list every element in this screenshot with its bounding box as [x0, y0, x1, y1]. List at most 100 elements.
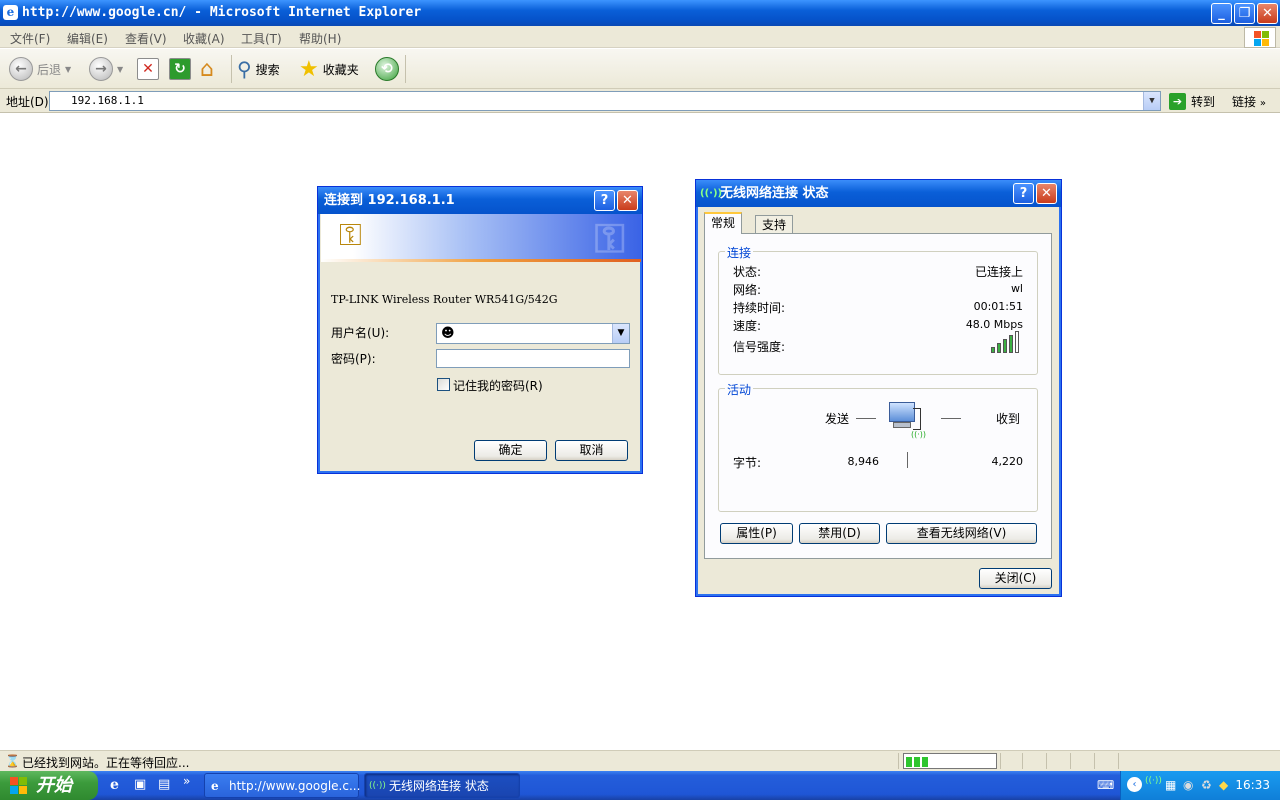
menu-favorites[interactable]: 收藏(A)	[183, 30, 225, 47]
status-divider	[1094, 753, 1095, 769]
toolbar-separator	[405, 55, 406, 83]
username-dropdown-icon[interactable]: ▼	[612, 324, 629, 343]
tray-app-icon[interactable]: ◆	[1219, 778, 1228, 792]
close-button[interactable]: 关闭(C)	[979, 568, 1052, 589]
search-button[interactable]: ⚲ 搜索	[237, 55, 280, 83]
back-button[interactable]: ← 后退 ▼	[9, 55, 71, 83]
bytes-sent-value: 8,946	[847, 455, 880, 468]
activity-group: 活动 发送 ((·)) 收到 字节: 8,946 4,220	[718, 381, 1038, 512]
loading-progress-bar	[903, 753, 997, 769]
go-button[interactable]: 转到	[1191, 93, 1215, 110]
stop-button[interactable]: ✕	[137, 55, 159, 83]
tray-wireless-icon[interactable]: ((·))	[1145, 776, 1162, 786]
help-button[interactable]: ?	[1013, 183, 1034, 204]
keyboard-icon[interactable]: ⌨	[1097, 778, 1114, 792]
remember-checkbox[interactable]	[437, 378, 450, 391]
network-computers-icon: ((·))	[887, 400, 926, 440]
clock: 16:33	[1235, 778, 1270, 792]
links-button[interactable]: 链接 »	[1232, 93, 1266, 110]
status-divider	[898, 753, 899, 769]
back-arrow-icon: ←	[9, 57, 33, 81]
back-dropdown-icon[interactable]: ▼	[65, 65, 71, 74]
close-button[interactable]: ✕	[1257, 3, 1278, 24]
properties-button[interactable]: 属性(P)	[720, 523, 793, 544]
start-button[interactable]: 开始	[0, 771, 98, 800]
progress-segment	[914, 757, 920, 767]
password-input[interactable]	[436, 349, 630, 368]
view-wireless-networks-button[interactable]: 查看无线网络(V)	[886, 523, 1037, 544]
go-arrow-icon[interactable]: ➔	[1169, 93, 1186, 110]
quicklaunch-ie-icon[interactable]: e	[110, 777, 119, 793]
address-input[interactable]: 192.168.1.1 ▼	[49, 91, 1161, 111]
forward-button[interactable]: → ▼	[89, 55, 123, 83]
status-divider	[1022, 753, 1023, 769]
quicklaunch-more-icon[interactable]: »	[183, 774, 190, 788]
status-label: 状态:	[733, 265, 762, 279]
status-bar: ⌛ 已经找到网站。正在等待回应...	[0, 750, 1280, 771]
remember-label[interactable]: 记住我的密码(R)	[453, 377, 543, 394]
menu-file[interactable]: 文件(F)	[10, 30, 50, 47]
address-label: 地址(D)	[6, 95, 49, 109]
forward-dropdown-icon[interactable]: ▼	[117, 65, 123, 74]
quicklaunch-app-icon[interactable]: ▤	[158, 777, 170, 792]
toolbar-separator	[231, 55, 232, 83]
help-button[interactable]: ?	[594, 190, 615, 211]
task-wireless-status[interactable]: ((·)) 无线网络连接 状态	[364, 773, 520, 798]
refresh-icon: ↻	[169, 58, 191, 80]
tray-security-icon[interactable]: ◉	[1183, 778, 1193, 792]
start-label: 开始	[36, 775, 72, 796]
menu-view[interactable]: 查看(V)	[125, 30, 167, 47]
banner-line	[321, 259, 641, 262]
tab-support[interactable]: 支持	[755, 215, 794, 235]
refresh-button[interactable]: ↻	[169, 55, 191, 83]
activity-group-title: 活动	[725, 381, 754, 398]
banner-decoration-icon: ⚿	[594, 216, 625, 262]
login-banner: ⚿ ⚿	[321, 214, 641, 262]
tab-general[interactable]: 常规	[704, 212, 743, 234]
cancel-button[interactable]: 取消	[555, 440, 628, 461]
username-input[interactable]: ☻ ▼	[436, 323, 630, 344]
status-divider	[1046, 753, 1047, 769]
browser-title-bar[interactable]: e http://www.google.cn/ - Microsoft Inte…	[0, 0, 1280, 26]
signal-label: 信号强度:	[733, 340, 786, 354]
sent-label: 发送	[825, 412, 850, 426]
history-button[interactable]: ⟲	[375, 55, 399, 83]
hourglass-icon: ⌛	[5, 754, 20, 768]
tray-recycle-icon[interactable]: ♻	[1201, 778, 1212, 792]
progress-segment	[906, 757, 912, 767]
wifi-close-x-button[interactable]: ✕	[1036, 183, 1057, 204]
menu-tools[interactable]: 工具(T)	[241, 30, 282, 47]
task-wireless-icon: ((·))	[369, 781, 386, 791]
task-ie-icon: e	[211, 779, 219, 793]
task-browser[interactable]: e http://www.google.c...	[204, 773, 360, 798]
quicklaunch-desktop-icon[interactable]: ▣	[134, 777, 146, 792]
menu-help[interactable]: 帮助(H)	[299, 30, 341, 47]
signal-strength-icon	[991, 331, 1023, 353]
speed-label: 速度:	[733, 319, 762, 333]
disable-button[interactable]: 禁用(D)	[799, 523, 880, 544]
ie-icon: e	[3, 5, 18, 20]
sent-line	[856, 418, 876, 419]
restore-button[interactable]: ❐	[1234, 3, 1255, 24]
minimize-button[interactable]: _	[1211, 3, 1232, 24]
tray-network-icon[interactable]: ▦	[1165, 778, 1176, 792]
home-button[interactable]: ⌂	[200, 55, 214, 83]
login-dialog-title-bar[interactable]: 连接到 192.168.1.1 ? ✕	[318, 187, 642, 214]
favorites-button[interactable]: ★ 收藏夹	[299, 55, 359, 83]
address-dropdown-icon[interactable]: ▼	[1143, 92, 1160, 110]
wireless-status-dialog: ((·)) 无线网络连接 状态 ? ✕ 常规 支持 连接 状态: 已连接上 网络…	[695, 179, 1062, 597]
back-label: 后退	[37, 62, 62, 77]
wifi-dialog-title-bar[interactable]: ((·)) 无线网络连接 状态 ? ✕	[696, 180, 1061, 207]
login-dialog: 连接到 192.168.1.1 ? ✕ ⚿ ⚿ TP-LINK Wireless…	[317, 186, 643, 474]
home-icon: ⌂	[200, 56, 214, 82]
tray-expand-icon[interactable]: ‹	[1127, 777, 1142, 792]
speed-value: 48.0 Mbps	[965, 318, 1023, 331]
connection-group: 连接 状态: 已连接上 网络: wl 持续时间: 00:01:51 速度: 48…	[718, 244, 1038, 375]
search-label: 搜索	[255, 62, 280, 77]
ok-button[interactable]: 确定	[474, 440, 547, 461]
windows-flag-icon	[10, 777, 28, 794]
bytes-received-value: 4,220	[991, 455, 1024, 468]
login-close-button[interactable]: ✕	[617, 190, 638, 211]
menu-edit[interactable]: 编辑(E)	[67, 30, 108, 47]
stop-icon: ✕	[137, 58, 159, 80]
